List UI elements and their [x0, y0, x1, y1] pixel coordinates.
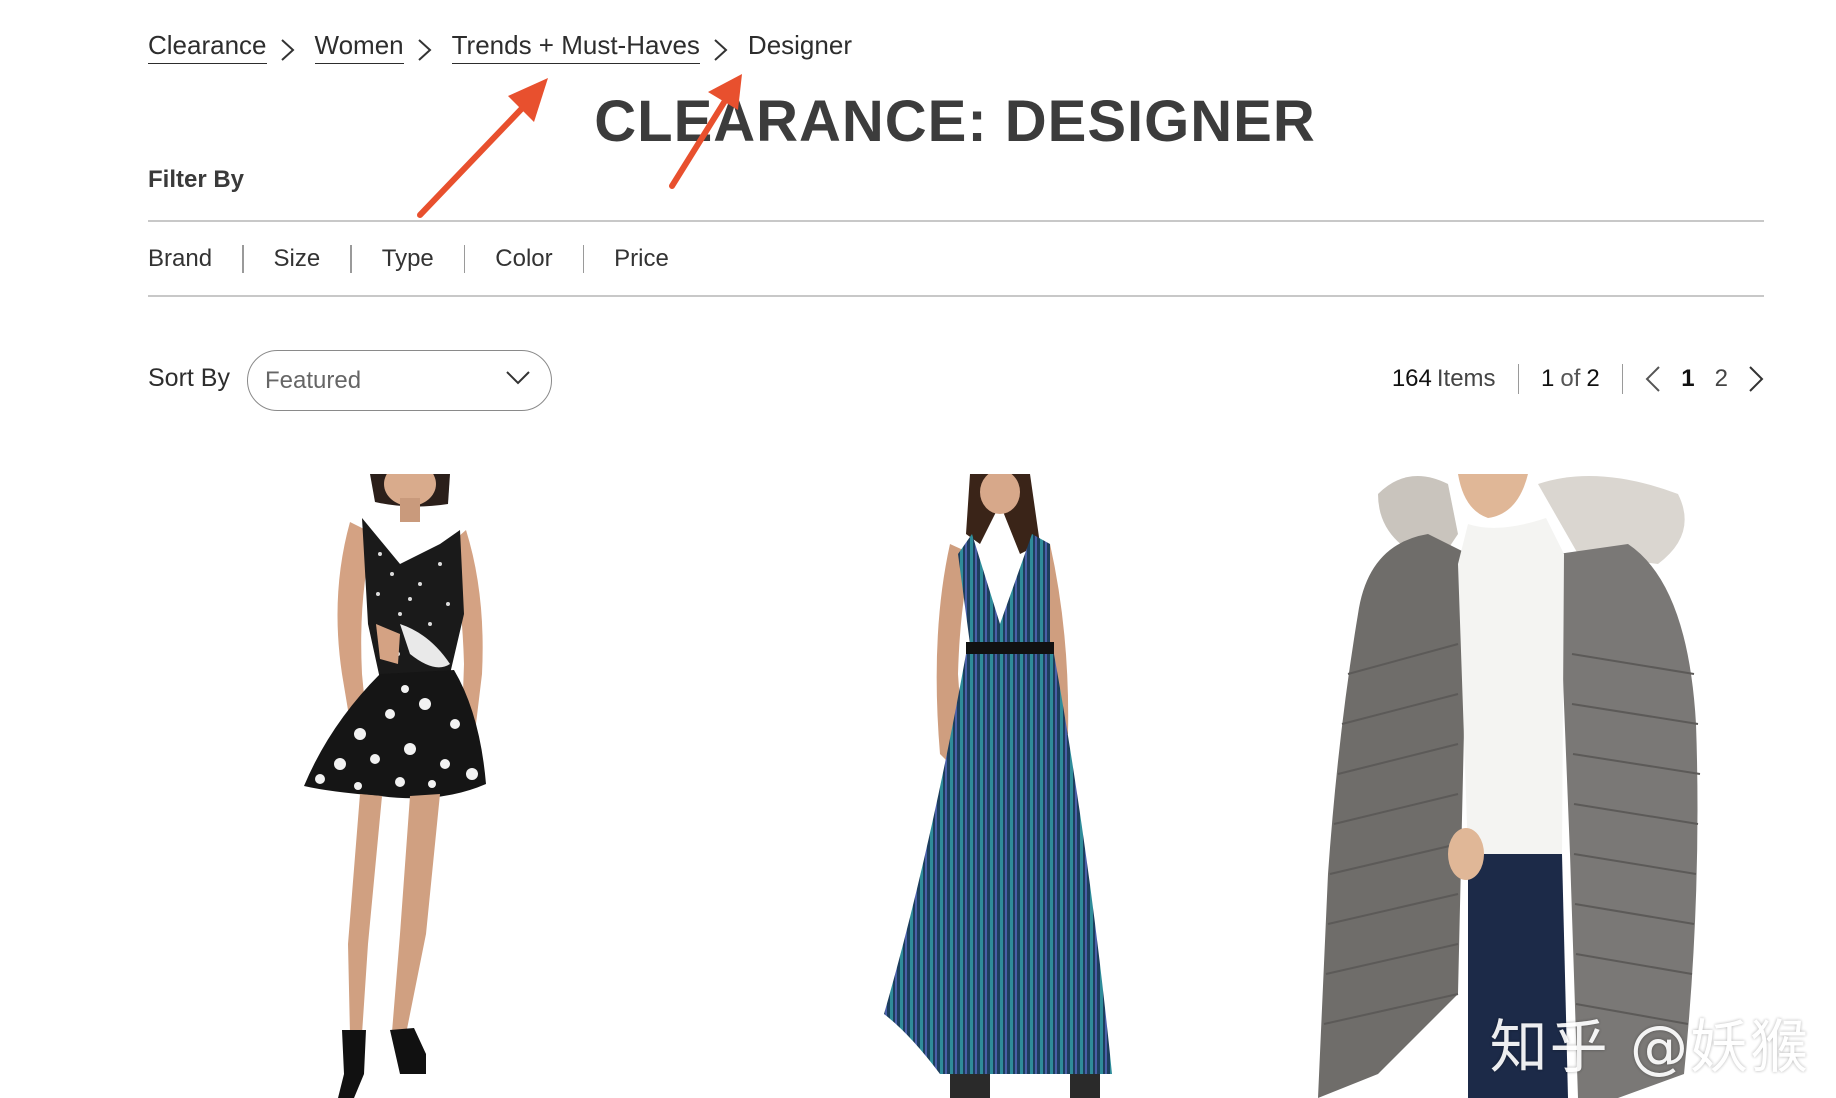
results-info: 164 Items 1 of 2 1 2: [1392, 355, 1764, 403]
sort-dropdown[interactable]: Featured: [247, 350, 552, 411]
prev-page-icon[interactable]: [1645, 365, 1661, 393]
product-image-polka-dot-dress[interactable]: [250, 474, 580, 1098]
item-count-label: Items: [1436, 365, 1496, 392]
filter-bar: Brand Size Type Color Price: [148, 220, 1764, 297]
breadcrumb-link-clearance[interactable]: Clearance: [148, 30, 267, 65]
breadcrumb-current: Designer: [747, 30, 852, 60]
breadcrumb: Clearance Women Trends + Must-Haves Desi…: [148, 30, 852, 65]
filter-color[interactable]: Color: [495, 246, 552, 271]
page-indicator-total: 2: [1586, 365, 1600, 392]
sort-label: Sort By: [148, 364, 230, 392]
divider: [1621, 364, 1624, 394]
divider: [582, 244, 585, 273]
breadcrumb-link-women[interactable]: Women: [314, 30, 404, 65]
chevron-down-icon: [505, 370, 531, 391]
chevron-right-icon: [410, 32, 446, 62]
page-link-1[interactable]: 1: [1681, 365, 1694, 393]
filter-price[interactable]: Price: [614, 246, 669, 271]
product-image-striped-maxi-dress[interactable]: [800, 474, 1130, 1098]
pagination: 1 2: [1645, 365, 1764, 393]
page-link-2[interactable]: 2: [1715, 365, 1728, 393]
filter-label: Filter By: [148, 166, 245, 193]
filter-brand[interactable]: Brand: [148, 246, 212, 271]
filter-type[interactable]: Type: [382, 246, 434, 271]
filter-size[interactable]: Size: [274, 246, 321, 271]
page: Clearance Women Trends + Must-Haves Desi…: [0, 0, 1836, 1098]
breadcrumb-link-trends[interactable]: Trends + Must-Haves: [451, 30, 700, 65]
page-indicator-of: of: [1560, 365, 1581, 392]
watermark: 知乎 @妖猴: [1489, 1013, 1810, 1081]
item-count: 164 Items: [1392, 365, 1496, 393]
divider: [463, 244, 466, 273]
chevron-right-icon: [273, 32, 309, 62]
chevron-right-icon: [706, 32, 742, 62]
divider: [242, 244, 244, 273]
divider: [1517, 364, 1520, 394]
page-indicator: 1 of 2: [1541, 365, 1600, 393]
divider: [350, 244, 352, 273]
next-page-icon[interactable]: [1748, 365, 1764, 393]
item-count-number: 164: [1391, 365, 1432, 392]
sort-selected-value: Featured: [265, 366, 362, 394]
page-title: CLEARANCE: DESIGNER: [594, 89, 1316, 154]
page-indicator-current: 1: [1541, 365, 1555, 392]
